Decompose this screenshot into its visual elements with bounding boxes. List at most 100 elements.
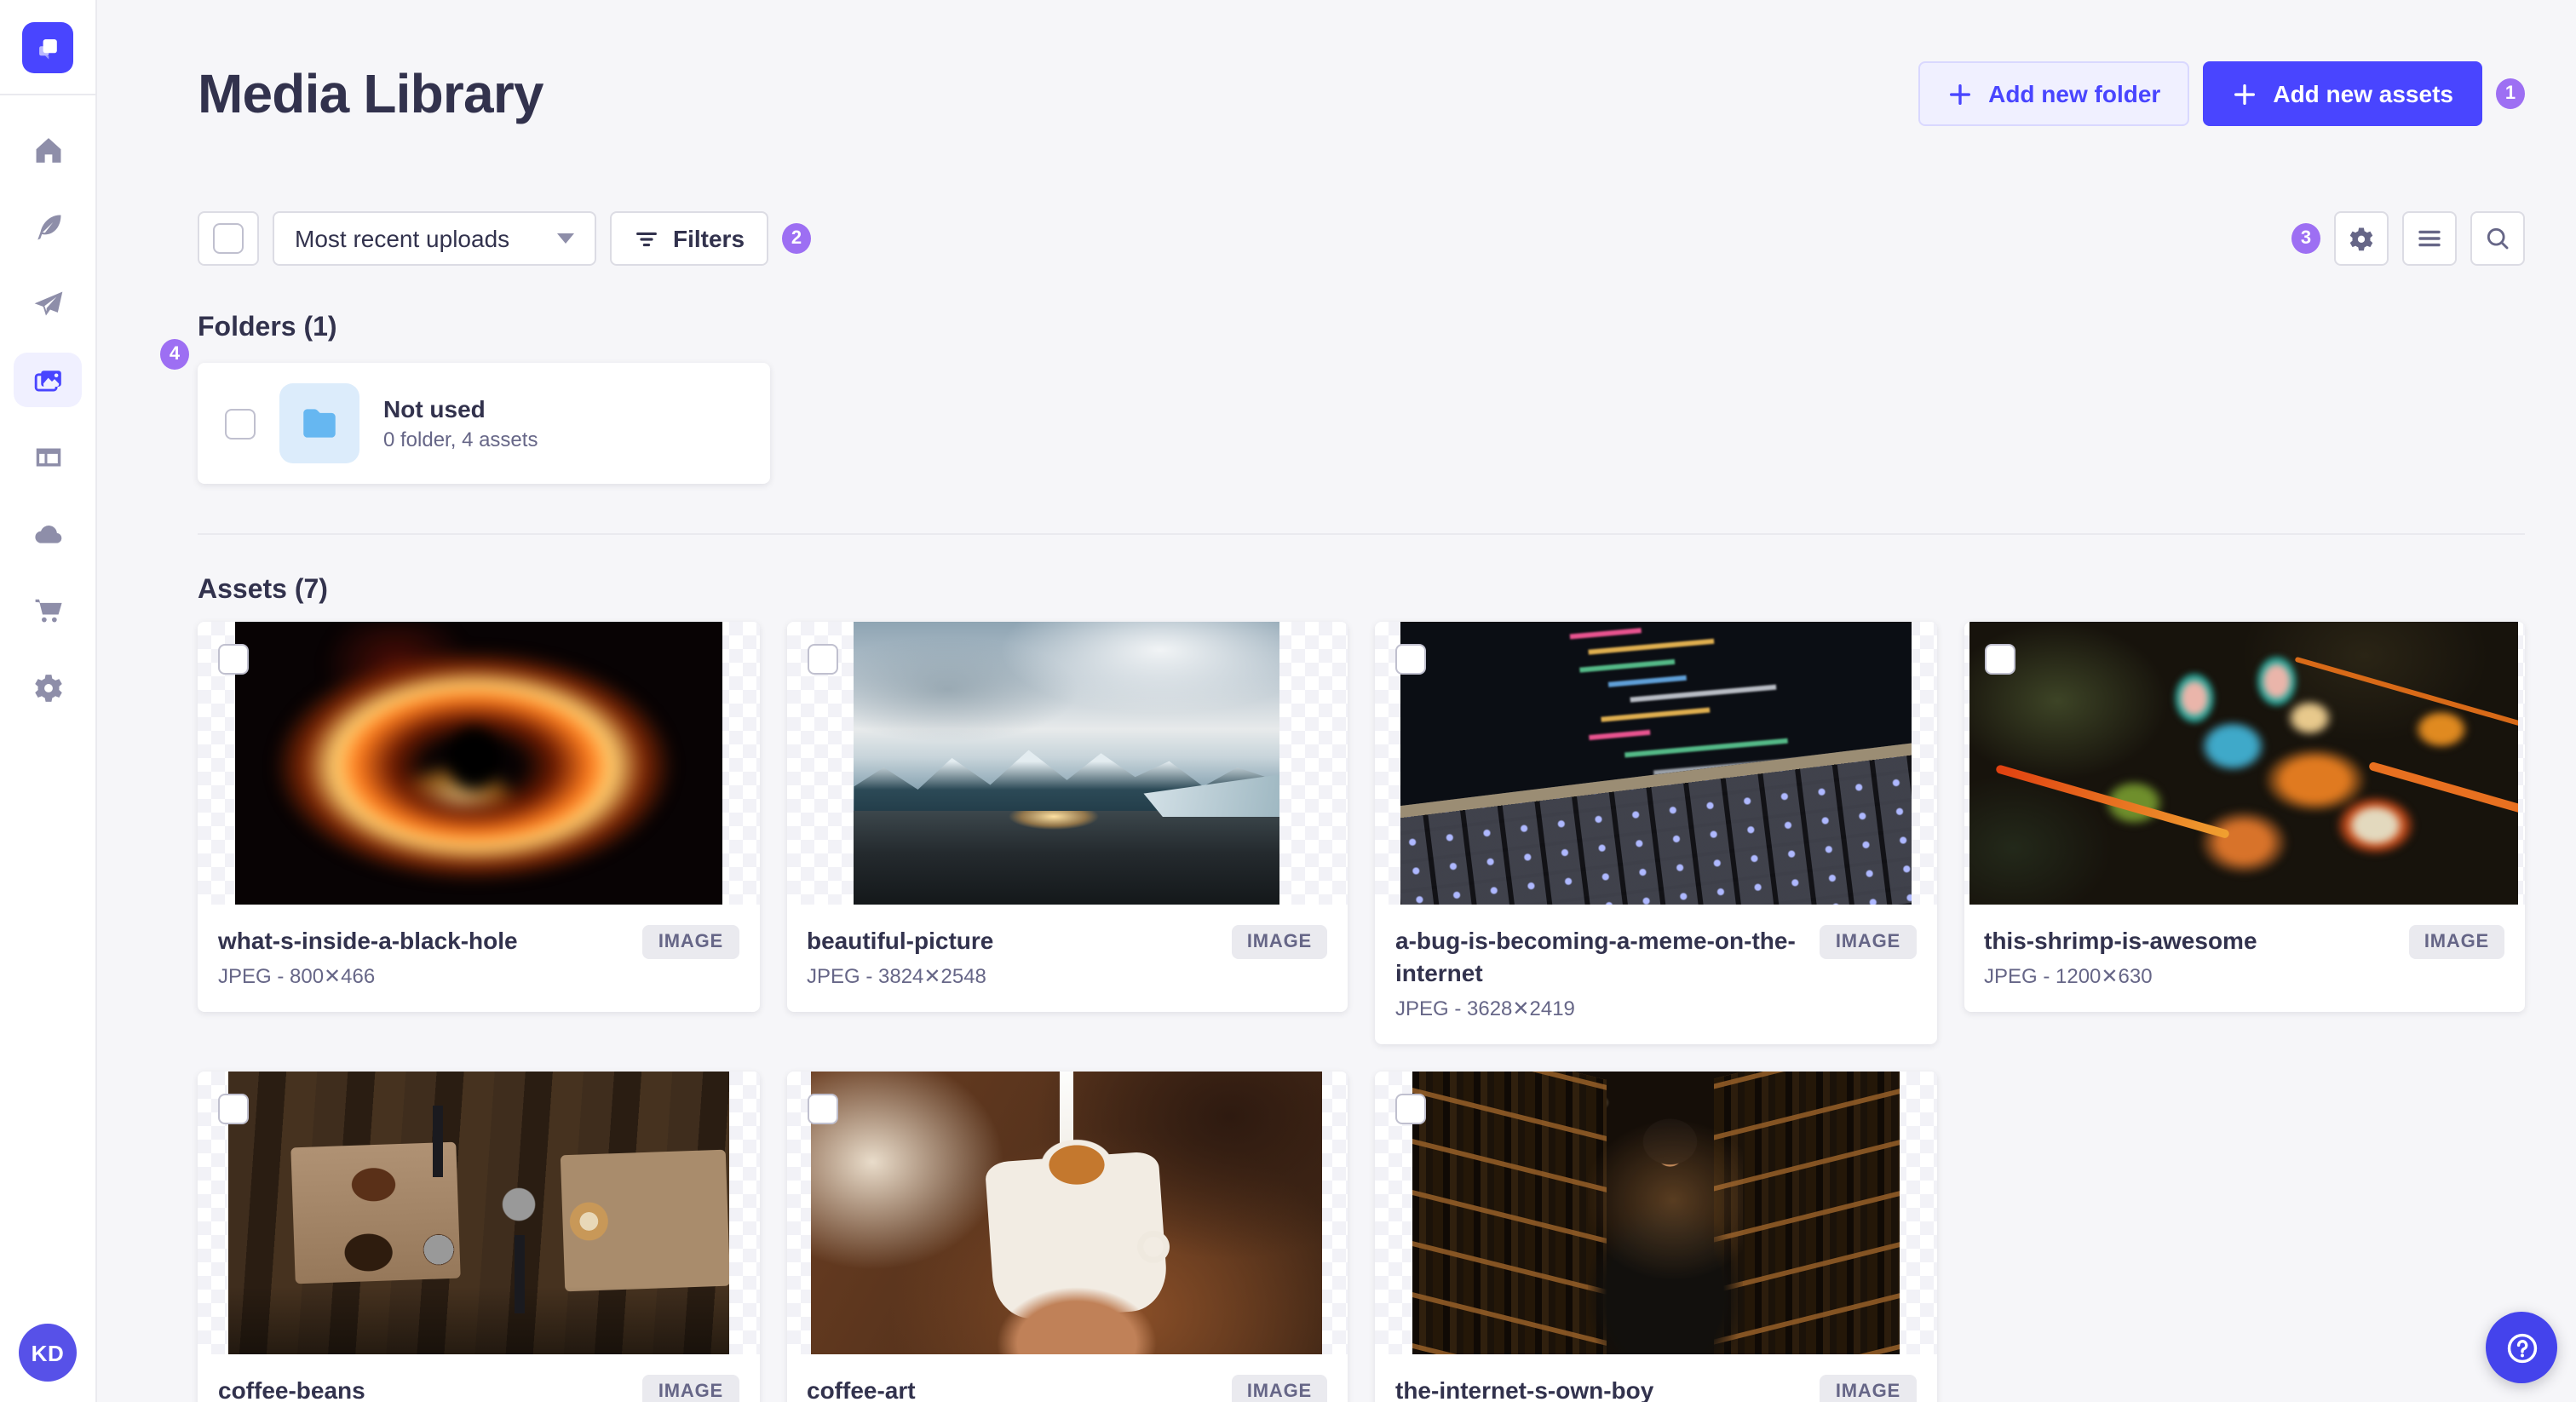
toolbar: Most recent uploads Filters 2 3: [198, 211, 2525, 266]
asset-checkbox[interactable]: [1395, 1094, 1426, 1124]
asset-card[interactable]: the-internet-s-own-boy JPEG - 1200✕707 I…: [1375, 1072, 1936, 1402]
list-view-button[interactable]: [2402, 211, 2457, 266]
sidebar-item-marketplace[interactable]: [14, 583, 82, 637]
plus-icon: [1950, 83, 1971, 104]
annotation-badge-3: 3: [2291, 223, 2320, 254]
asset-thumbnail-area: [786, 622, 1348, 905]
paper-plane-icon: [33, 290, 62, 315]
strapi-logo-glyph: [39, 39, 57, 60]
search-icon: [2487, 227, 2509, 250]
search-button[interactable]: [2470, 211, 2525, 266]
user-avatar[interactable]: KD: [19, 1324, 77, 1382]
asset-card-body: coffee-beans JPEG - 5021✕3347 IMAGE: [198, 1354, 759, 1402]
asset-checkbox[interactable]: [807, 1094, 837, 1124]
sidebar-item-deploy[interactable]: [14, 506, 82, 560]
folder-info: Not used 0 folder, 4 assets: [383, 395, 538, 451]
sort-dropdown[interactable]: Most recent uploads: [273, 211, 596, 266]
add-new-folder-button[interactable]: Add new folder: [1918, 61, 2190, 126]
cart-icon: [34, 598, 61, 622]
asset-title: coffee-beans: [218, 1376, 365, 1402]
view-settings-button[interactable]: [2334, 211, 2389, 266]
asset-type-badge: IMAGE: [642, 925, 739, 959]
filters-button[interactable]: Filters: [610, 211, 769, 266]
add-new-assets-label: Add new assets: [2273, 80, 2453, 107]
asset-meta: JPEG - 3824✕2548: [807, 964, 986, 988]
folder-checkbox[interactable]: [225, 408, 256, 439]
folders-heading: Folders (1): [198, 313, 337, 342]
asset-checkbox[interactable]: [807, 644, 837, 675]
add-new-assets-button[interactable]: Add new assets: [2203, 61, 2482, 126]
asset-text: a-bug-is-becoming-a-meme-on-the-internet…: [1395, 925, 1807, 1020]
asset-checkbox[interactable]: [218, 644, 249, 675]
sidebar-item-content-manager[interactable]: [14, 199, 82, 254]
asset-type-badge: IMAGE: [1231, 925, 1327, 959]
help-button[interactable]: [2486, 1312, 2557, 1383]
toolbar-right: 3: [2291, 211, 2525, 266]
asset-card-body: a-bug-is-becoming-a-meme-on-the-internet…: [1375, 905, 1936, 1044]
folder-meta: 0 folder, 4 assets: [383, 428, 538, 451]
list-icon: [2418, 230, 2441, 247]
asset-title: coffee-art: [807, 1376, 916, 1402]
asset-thumbnail-area: [1375, 622, 1936, 905]
asset-checkbox[interactable]: [1984, 644, 2015, 675]
asset-text: coffee-beans JPEG - 5021✕3347: [218, 1375, 398, 1402]
asset-thumbnail-area: [1375, 1072, 1936, 1354]
asset-title: what-s-inside-a-black-hole: [218, 927, 518, 954]
asset-checkbox[interactable]: [218, 1094, 249, 1124]
asset-card[interactable]: coffee-beans JPEG - 5021✕3347 IMAGE: [198, 1072, 759, 1402]
asset-card-body: coffee-art JPEG - 5824✕3259 IMAGE: [786, 1354, 1348, 1402]
asset-checkbox[interactable]: [1395, 644, 1426, 675]
asset-thumbnail-laptop-code: [1400, 622, 1912, 905]
asset-thumbnail-area: [786, 1072, 1348, 1354]
asset-thumbnail-coffee-art: [811, 1072, 1323, 1354]
asset-card-body: beautiful-picture JPEG - 3824✕2548 IMAGE: [786, 905, 1348, 1012]
cloud-icon: [34, 525, 61, 543]
sidebar-item-releases[interactable]: [14, 276, 82, 330]
asset-text: coffee-art JPEG - 5824✕3259: [807, 1375, 986, 1402]
asset-meta: JPEG - 800✕466: [218, 964, 376, 988]
chevron-down-icon: [557, 233, 574, 244]
asset-title: a-bug-is-becoming-a-meme-on-the-internet: [1395, 927, 1796, 986]
asset-card[interactable]: this-shrimp-is-awesome JPEG - 1200✕630 I…: [1964, 622, 2525, 1012]
sort-dropdown-value: Most recent uploads: [295, 225, 510, 252]
asset-thumbnail-area: [198, 1072, 759, 1354]
asset-thumbnail-coffee-beans: [227, 1072, 729, 1354]
sidebar-item-media-library[interactable]: [14, 353, 82, 407]
asset-thumbnail-area: [1964, 622, 2525, 905]
asset-thumbnail-shrimp: [1969, 622, 2519, 905]
folder-card[interactable]: Not used 0 folder, 4 assets: [198, 363, 770, 484]
add-new-folder-label: Add new folder: [1988, 80, 2161, 107]
plus-icon: [2234, 83, 2256, 104]
sidebar-item-settings[interactable]: [14, 659, 82, 714]
asset-type-badge: IMAGE: [642, 1375, 739, 1402]
app-window: KD Media Library Add new folder Add new …: [0, 0, 2576, 1402]
sidebar: KD: [0, 0, 97, 1402]
strapi-logo-icon[interactable]: [22, 22, 73, 73]
annotation-badge-1: 1: [2496, 78, 2525, 109]
sidebar-item-content-type-builder[interactable]: [14, 429, 82, 484]
asset-thumbnail-area: [198, 622, 759, 905]
asset-thumbnail-mountains: [854, 622, 1280, 905]
asset-card[interactable]: a-bug-is-becoming-a-meme-on-the-internet…: [1375, 622, 1936, 1044]
filter-icon: [636, 231, 657, 246]
asset-thumbnail-library-boy: [1412, 1072, 1900, 1354]
asset-card[interactable]: beautiful-picture JPEG - 3824✕2548 IMAGE: [786, 622, 1348, 1012]
asset-card[interactable]: what-s-inside-a-black-hole JPEG - 800✕46…: [198, 622, 759, 1012]
asset-meta: JPEG - 1200✕630: [1984, 964, 2153, 988]
feather-icon: [37, 214, 60, 239]
sidebar-divider: [0, 94, 96, 95]
header-actions: Add new folder Add new assets 1: [1918, 61, 2525, 126]
gear-icon: [2349, 227, 2373, 251]
asset-title: this-shrimp-is-awesome: [1984, 927, 2257, 954]
question-mark-icon: [2506, 1332, 2537, 1363]
sidebar-item-home[interactable]: [14, 123, 82, 177]
assets-heading: Assets (7): [198, 576, 328, 605]
asset-type-badge: IMAGE: [1231, 1375, 1327, 1402]
folder-icon-box: [279, 383, 359, 463]
folders-section: 4 Folders (1) Not used 0 folder, 4 asset…: [160, 313, 2525, 484]
asset-title: the-internet-s-own-boy: [1395, 1376, 1654, 1402]
checkbox: [213, 223, 244, 254]
folder-icon: [303, 409, 336, 438]
select-all-checkbox[interactable]: [198, 211, 259, 266]
asset-card[interactable]: coffee-art JPEG - 5824✕3259 IMAGE: [786, 1072, 1348, 1402]
